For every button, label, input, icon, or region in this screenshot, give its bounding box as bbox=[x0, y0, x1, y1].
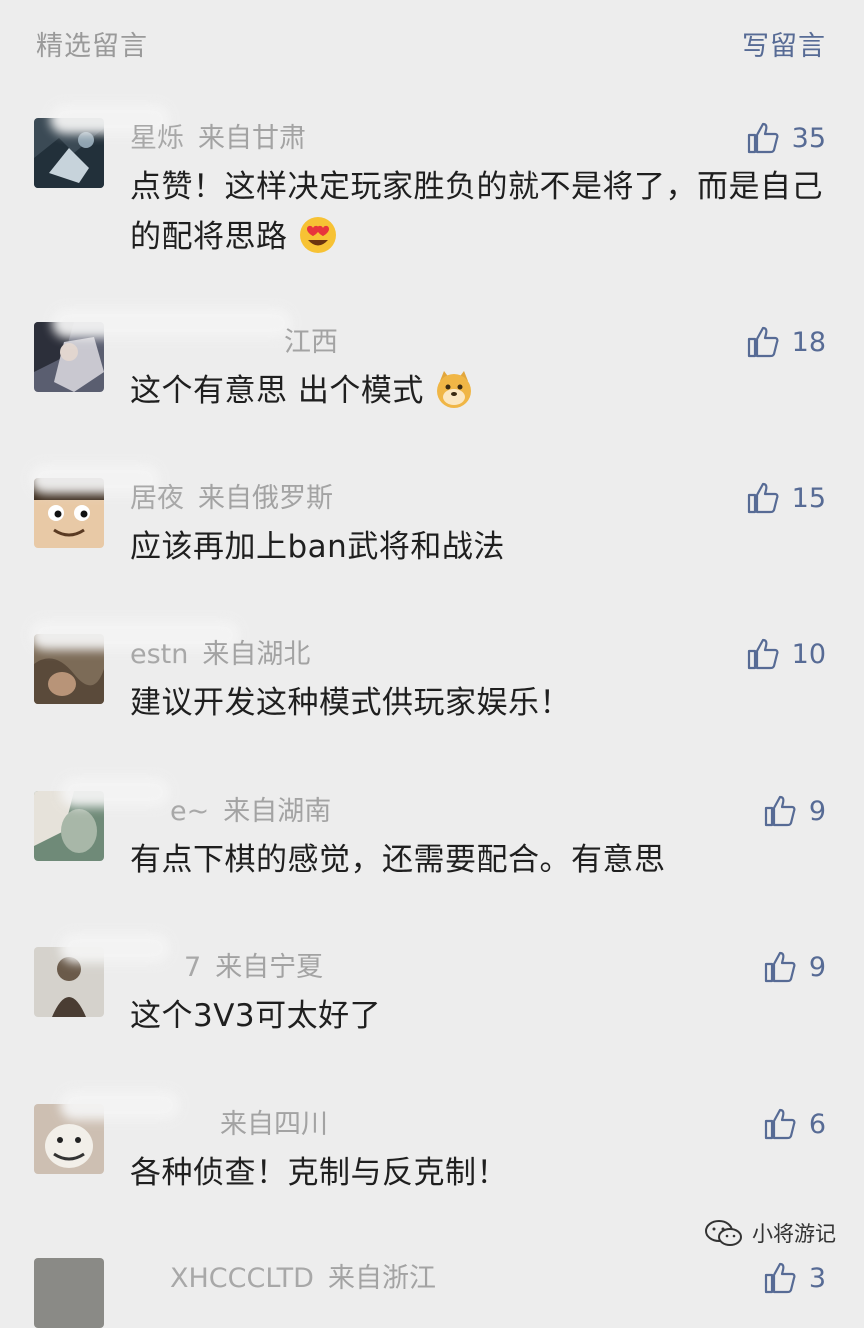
wechat-icon bbox=[705, 1220, 742, 1246]
comment-text: 应该再加上ban武将和战法 bbox=[130, 529, 505, 565]
like-count: 9 bbox=[808, 795, 826, 827]
comment-location: 来自浙江 bbox=[327, 1263, 436, 1294]
doge-emoji-icon bbox=[437, 371, 472, 408]
like-button[interactable]: 3 bbox=[763, 1258, 826, 1298]
like-count: 10 bbox=[791, 638, 826, 670]
like-button[interactable]: 18 bbox=[746, 322, 826, 362]
thumbs-up-icon bbox=[764, 1262, 796, 1294]
like-count: 9 bbox=[808, 951, 826, 983]
comment-nickname[interactable]: 星烁 bbox=[130, 123, 184, 154]
thumbs-up-icon bbox=[747, 326, 779, 358]
like-button[interactable]: 9 bbox=[763, 791, 826, 831]
like-count: 35 bbox=[791, 122, 826, 154]
comment-nickname[interactable]: 居夜 bbox=[130, 483, 184, 514]
like-button[interactable]: 15 bbox=[746, 478, 826, 518]
comments-header: 精选留言 写留言 bbox=[0, 0, 864, 90]
comment-nickname[interactable]: 7 bbox=[184, 952, 201, 983]
comment-text: 点赞！这样决定玩家胜负的就不是将了，而是自己的配将思路 bbox=[130, 169, 823, 255]
comment-location: 来自湖北 bbox=[202, 639, 311, 670]
comment-nickname[interactable]: estn bbox=[130, 639, 188, 670]
heart-eyes-emoji-icon bbox=[299, 217, 336, 253]
comment-text: 这个有意思 出个模式 bbox=[130, 366, 830, 416]
comment-location: 来自四川 bbox=[220, 1109, 328, 1140]
comment-text: 有点下棋的感觉，还需要配合。有意思 bbox=[130, 842, 666, 878]
like-count: 3 bbox=[808, 1262, 826, 1294]
comment-text: 这个3V3可太好了 bbox=[130, 998, 382, 1034]
like-button[interactable]: 10 bbox=[746, 634, 826, 674]
thumbs-up-icon bbox=[747, 482, 779, 514]
like-button[interactable]: 9 bbox=[763, 947, 826, 987]
like-button[interactable]: 35 bbox=[746, 118, 826, 158]
like-button[interactable]: 6 bbox=[763, 1104, 826, 1144]
like-count: 18 bbox=[791, 326, 826, 358]
comment-text: 各种侦查！克制与反克制！ bbox=[130, 1155, 508, 1191]
comment-nickname[interactable]: XHCCCLTD bbox=[170, 1263, 314, 1294]
comment-location: 江西 bbox=[284, 327, 338, 358]
comment-location: 来自湖南 bbox=[223, 796, 332, 827]
avatar[interactable] bbox=[34, 1258, 104, 1328]
thumbs-up-icon bbox=[764, 795, 796, 827]
like-count: 6 bbox=[808, 1108, 826, 1140]
section-title: 精选留言 bbox=[36, 31, 148, 62]
comment-nickname[interactable]: e~ bbox=[170, 796, 209, 827]
thumbs-up-icon bbox=[764, 951, 796, 983]
like-count: 15 bbox=[791, 482, 826, 514]
comment-location: 来自甘肃 bbox=[198, 123, 306, 154]
thumbs-up-icon bbox=[764, 1108, 796, 1140]
comment-text: 建议开发这种模式供玩家娱乐！ bbox=[130, 685, 571, 721]
thumbs-up-icon bbox=[747, 122, 779, 154]
comment-location: 来自宁夏 bbox=[215, 952, 324, 983]
watermark-text: 小将游记 bbox=[752, 1222, 836, 1246]
write-comment-link[interactable]: 写留言 bbox=[742, 24, 826, 63]
comment-location: 来自俄罗斯 bbox=[198, 483, 333, 514]
thumbs-up-icon bbox=[747, 638, 779, 670]
watermark: 小将游记 bbox=[704, 1218, 836, 1248]
